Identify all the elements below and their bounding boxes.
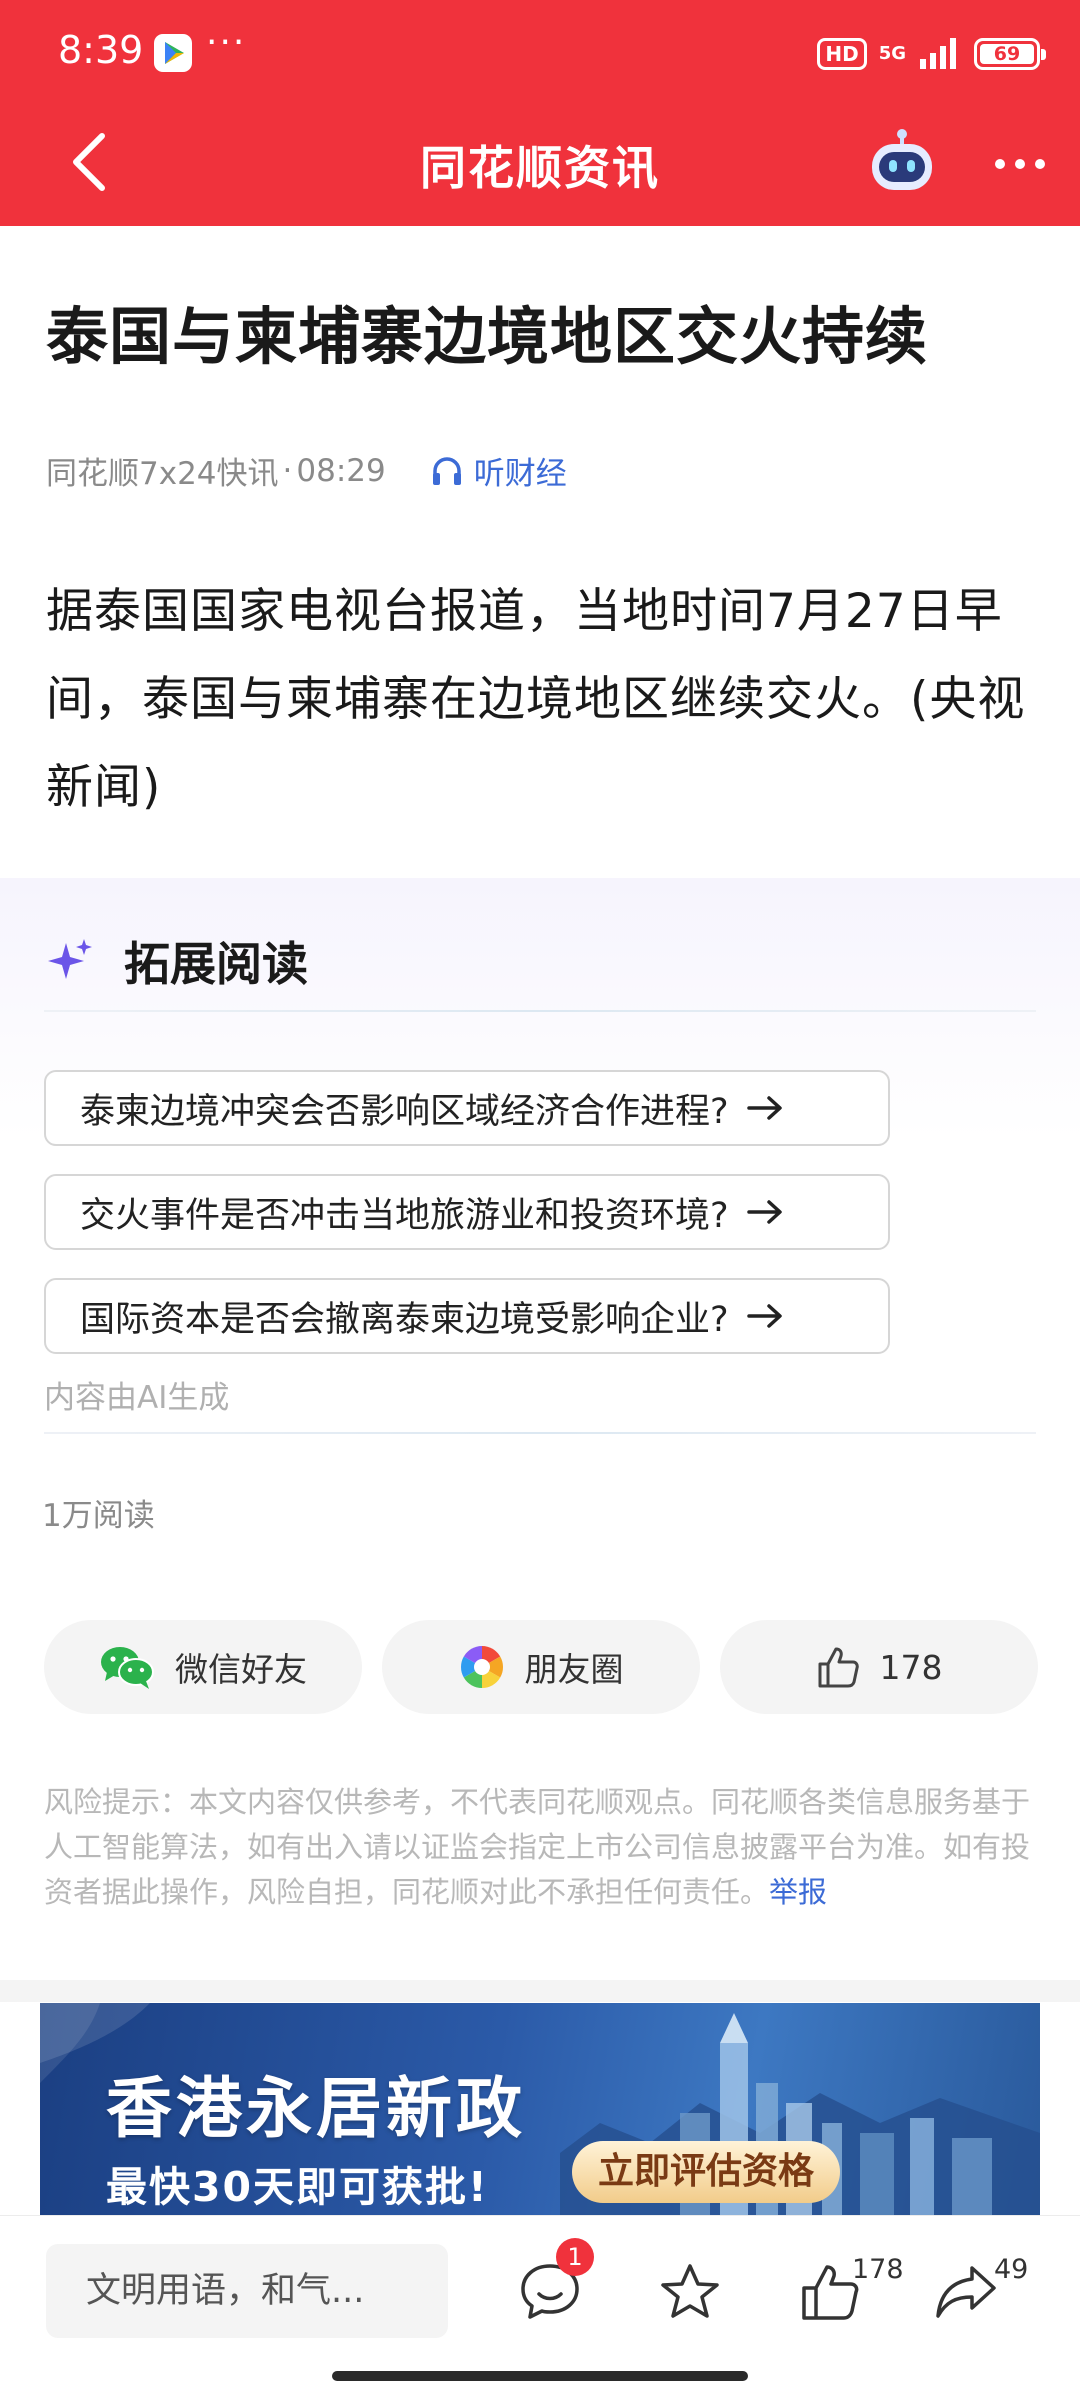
headphones-icon bbox=[432, 456, 461, 485]
question-text: 国际资本是否会撤离泰柬边境受影响企业? bbox=[80, 1299, 729, 1340]
status-dots: ··· bbox=[206, 22, 247, 63]
report-link[interactable]: 举报 bbox=[769, 1875, 827, 1909]
share-moments-button[interactable]: 朋友圈 bbox=[382, 1620, 700, 1714]
question-item[interactable]: 国际资本是否会撤离泰柬边境受影响企业? bbox=[44, 1278, 890, 1354]
question-text: 泰柬边境冲突会否影响区域经济合作进程? bbox=[80, 1091, 729, 1132]
extended-reading-title: 拓展阅读 bbox=[124, 937, 308, 991]
listen-label: 听财经 bbox=[473, 456, 567, 492]
status-indicators: HD 5G 69 bbox=[817, 30, 1046, 78]
arrow-right-icon bbox=[746, 1199, 783, 1225]
section-gap bbox=[0, 1980, 1080, 2002]
article-time: 08:29 bbox=[296, 452, 386, 489]
play-store-icon bbox=[154, 34, 192, 72]
like-button[interactable]: 178 bbox=[720, 1620, 1038, 1714]
status-bar: 8:39 ··· HD 5G 69 bbox=[0, 0, 1080, 104]
like-bottom-count: 178 bbox=[852, 2254, 904, 2285]
favorite-button[interactable] bbox=[650, 2252, 730, 2332]
question-item[interactable]: 交火事件是否冲击当地旅游业和投资环境? bbox=[44, 1174, 890, 1250]
hd-icon: HD bbox=[817, 38, 867, 70]
home-indicator[interactable] bbox=[332, 2371, 748, 2381]
share-moments-label: 朋友圈 bbox=[524, 1650, 624, 1689]
robot-assistant-button[interactable] bbox=[866, 126, 938, 198]
risk-notice-text: 风险提示：本文内容仅供参考，不代表同花顺观点。同花顺各类信息服务基于人工智能算法… bbox=[44, 1785, 1031, 1909]
thumbs-up-icon bbox=[816, 1646, 860, 1688]
read-count: 1万阅读 bbox=[42, 1498, 155, 1534]
battery-icon: 69 bbox=[974, 38, 1046, 70]
status-time: 8:39 bbox=[58, 28, 144, 72]
star-icon bbox=[661, 2264, 719, 2318]
comment-input[interactable]: 文明用语，和气... bbox=[46, 2244, 448, 2338]
arrow-right-icon bbox=[746, 1303, 783, 1329]
share-wechat-label: 微信好友 bbox=[175, 1650, 307, 1689]
article-source: 同花顺7x24快讯 bbox=[46, 456, 279, 492]
article-body: 据泰国国家电视台报道，当地时间7月27日早间，泰国与柬埔寨在边境地区继续交火。(… bbox=[46, 584, 1026, 815]
moments-icon bbox=[459, 1644, 505, 1690]
meta-separator: · bbox=[282, 452, 293, 489]
question-item[interactable]: 泰柬边境冲突会否影响区域经济合作进程? bbox=[44, 1070, 890, 1146]
arrow-right-icon bbox=[746, 1095, 783, 1121]
article-meta: 同花顺7x24快讯 · 08:29 听财经 bbox=[46, 448, 567, 493]
question-text: 交火事件是否冲击当地旅游业和投资环境? bbox=[80, 1195, 729, 1236]
risk-notice: 风险提示：本文内容仅供参考，不代表同花顺观点。同花顺各类信息服务基于人工智能算法… bbox=[44, 1780, 1044, 1915]
signal-icon bbox=[918, 35, 962, 73]
extended-reading-section: 拓展阅读 泰柬边境冲突会否影响区域经济合作进程? 交火事件是否冲击当地旅游业和投… bbox=[0, 878, 1080, 1458]
share-count: 49 bbox=[994, 2254, 1029, 2285]
wechat-icon bbox=[99, 1644, 155, 1690]
article-headline: 泰国与柬埔寨边境地区交火持续 bbox=[46, 300, 929, 373]
divider bbox=[44, 1432, 1036, 1434]
share-arrow-icon bbox=[936, 2266, 996, 2318]
ad-banner[interactable]: 香港永居新政 最快30天即可获批! 立即评估资格 bbox=[40, 2003, 1040, 2215]
divider bbox=[44, 1010, 1036, 1012]
ad-subtitle: 最快30天即可获批! bbox=[106, 2163, 489, 2211]
extended-reading-header: 拓展阅读 bbox=[46, 928, 308, 994]
listen-button[interactable]: 听财经 bbox=[430, 448, 567, 493]
ad-cta-button[interactable]: 立即评估资格 bbox=[572, 2141, 841, 2203]
robot-assistant-icon bbox=[872, 129, 932, 190]
ai-generated-note: 内容由AI生成 bbox=[44, 1380, 230, 1416]
battery-level: 69 bbox=[980, 44, 1034, 64]
sparkle-icon bbox=[48, 939, 92, 979]
title-bar: 同花顺资讯 bbox=[0, 104, 1080, 226]
ad-title: 香港永居新政 bbox=[106, 2070, 526, 2147]
more-button[interactable] bbox=[984, 144, 1056, 184]
comment-button[interactable]: 1 bbox=[510, 2238, 594, 2332]
comment-count-badge: 1 bbox=[556, 2238, 594, 2276]
share-wechat-button[interactable]: 微信好友 bbox=[44, 1620, 362, 1714]
like-count: 178 bbox=[879, 1647, 943, 1687]
network-type: 5G bbox=[878, 43, 906, 64]
